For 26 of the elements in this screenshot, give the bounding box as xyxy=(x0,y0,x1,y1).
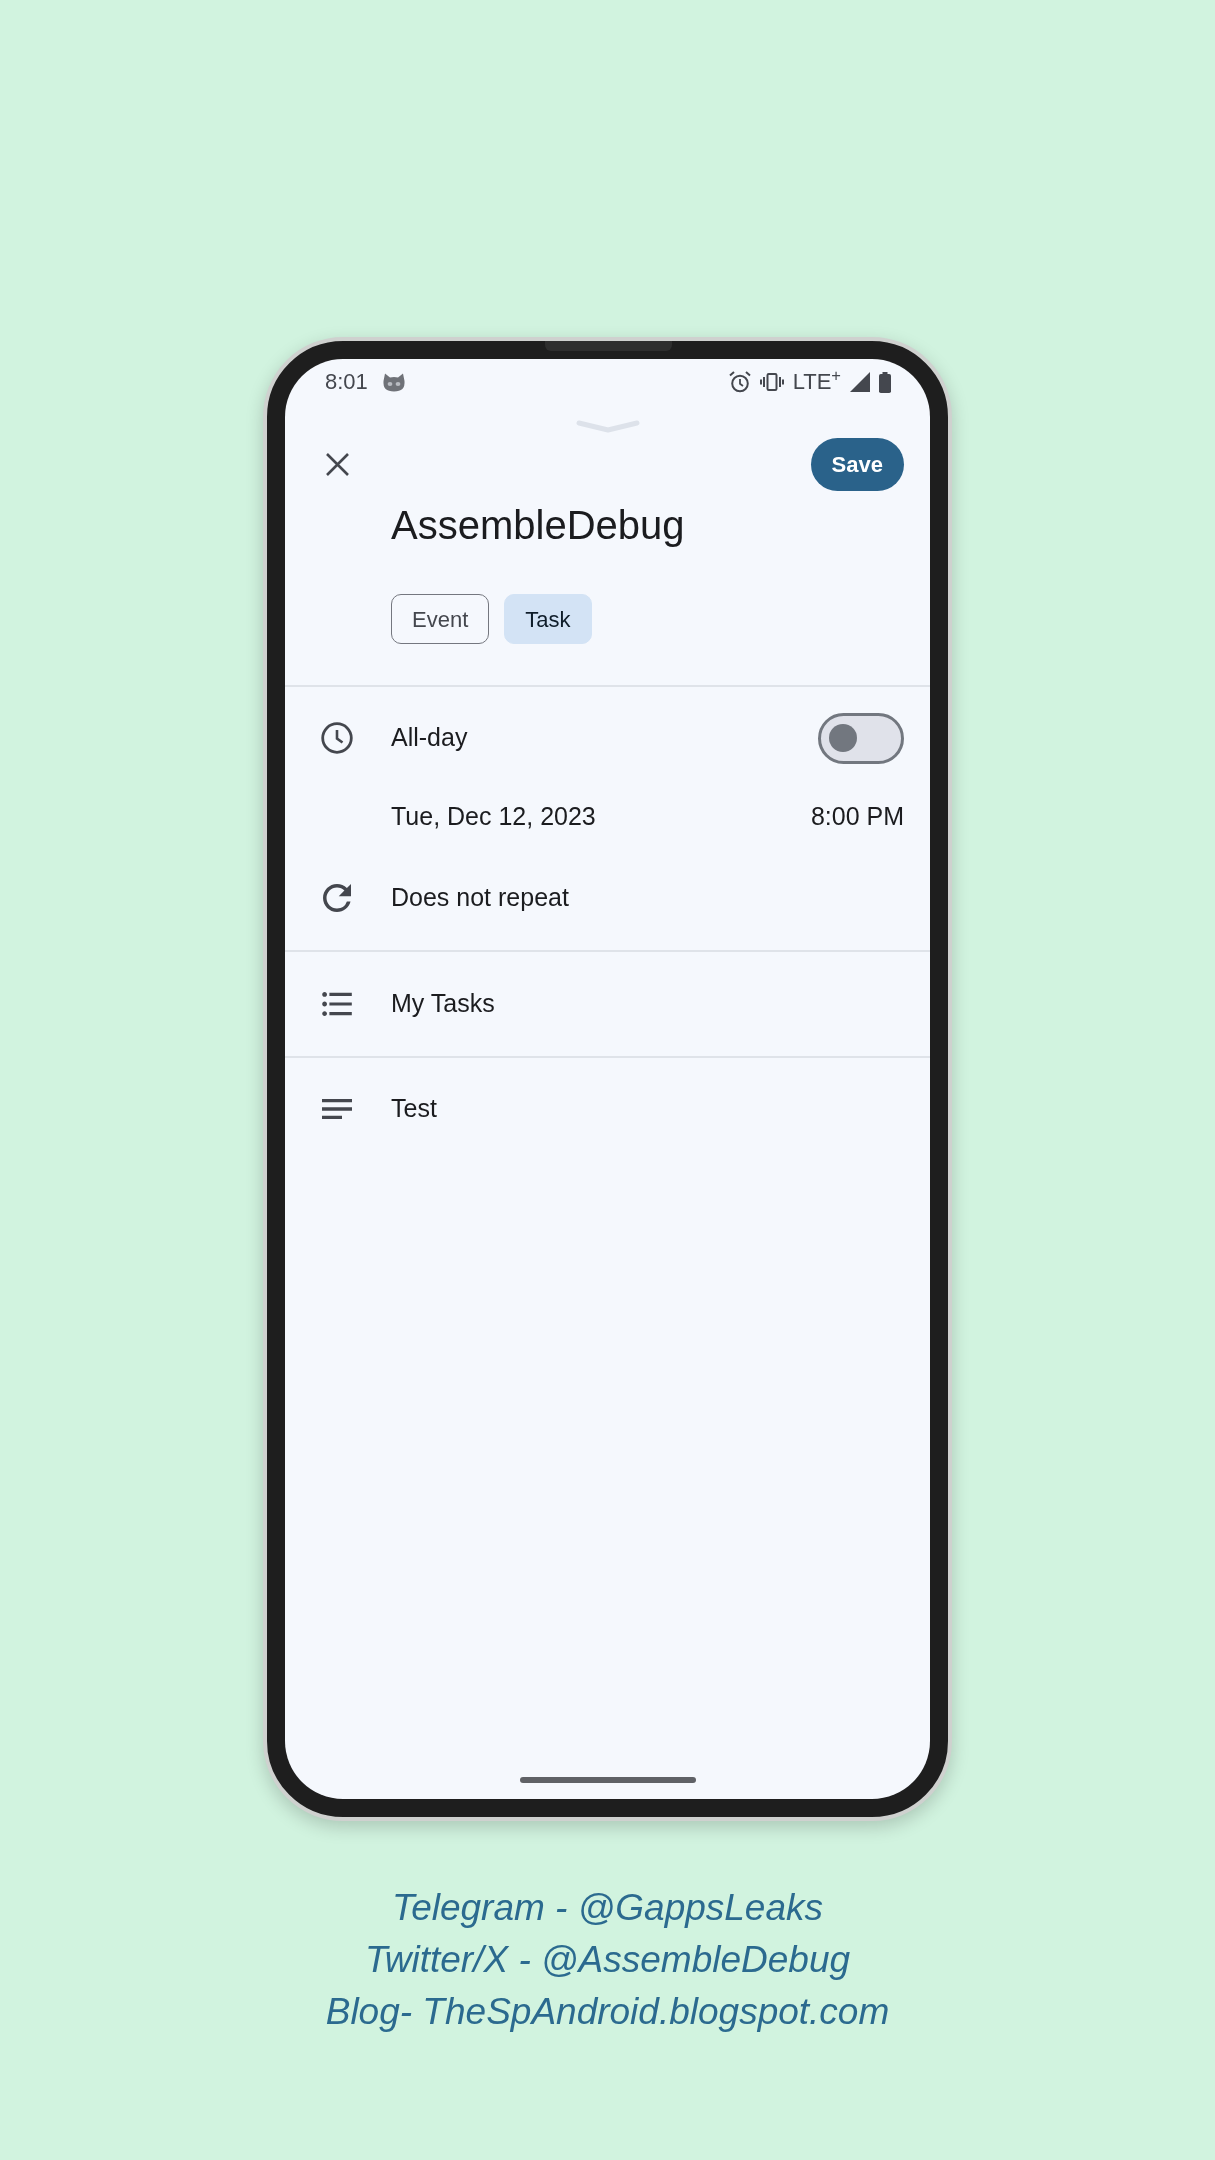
status-time: 8:01 xyxy=(325,371,368,393)
refresh-icon xyxy=(323,883,351,912)
alarm-clock-icon xyxy=(728,371,751,393)
repeat-option[interactable]: Does not repeat xyxy=(391,878,569,917)
task-list-option[interactable]: My Tasks xyxy=(391,985,495,1023)
all-day-switch[interactable] xyxy=(818,712,904,764)
close-icon[interactable] xyxy=(326,453,349,476)
title-field[interactable]: AssembleDebug xyxy=(391,501,685,549)
notes-icon xyxy=(322,1099,352,1119)
credit-line: Blog- TheSpAndroid.blogspot.com xyxy=(325,1990,890,2034)
type-chip[interactable]: Event xyxy=(391,594,490,644)
list-icon xyxy=(322,992,352,1016)
signal-icon xyxy=(850,372,870,392)
network-type: LTE$^{+}$ xyxy=(792,371,841,393)
date-text[interactable]: Tue, Dec 12, 2023 xyxy=(391,798,596,836)
clock-icon xyxy=(321,722,353,754)
all-day-label: All-day xyxy=(391,722,468,754)
vibrate-icon xyxy=(759,373,784,391)
credit-line: Twitter/X - @AssembleDebug xyxy=(364,1938,851,1982)
credit-line: Telegram - @GappsLeaks xyxy=(391,1886,824,1930)
battery-icon xyxy=(879,371,891,393)
type-chip[interactable]: Task xyxy=(504,594,592,644)
description-text[interactable]: Test xyxy=(391,1090,437,1128)
save-button[interactable]: Save xyxy=(810,438,904,491)
cat-icon xyxy=(381,372,406,392)
time-text[interactable]: 8:00 PM xyxy=(810,798,904,836)
